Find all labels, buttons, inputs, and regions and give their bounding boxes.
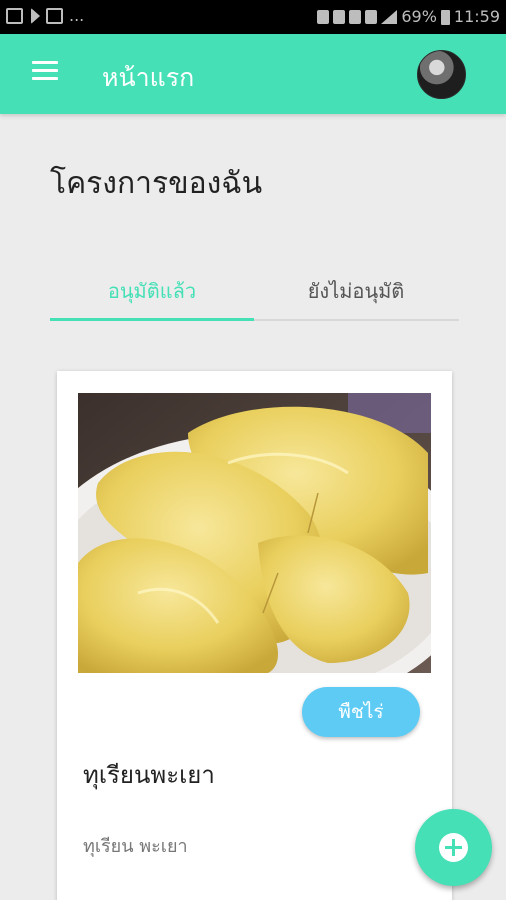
tab-active-indicator xyxy=(50,318,254,321)
project-card[interactable]: พืชไร่ ทุเรียนพะเยา ทุเรียน พะเยา xyxy=(57,371,452,900)
add-project-button[interactable] xyxy=(415,809,492,886)
status-bar: ... 69% 11:59 xyxy=(0,0,506,34)
battery-percent: 69% xyxy=(401,7,437,26)
toolbar-title: หน้าแรก xyxy=(102,63,195,92)
project-title: ทุเรียนพะเยา xyxy=(83,761,215,789)
tab-not-approved[interactable]: ยังไม่อนุมัติ xyxy=(254,268,458,323)
durian-photo xyxy=(78,393,431,673)
gallery-icon xyxy=(6,8,23,24)
clock: 11:59 xyxy=(453,7,500,26)
hamburger-menu-icon[interactable] xyxy=(32,61,60,85)
sim-icon xyxy=(317,10,330,24)
add-circle-icon xyxy=(439,833,468,862)
notification-icons: ... xyxy=(6,8,84,24)
tab-approved[interactable]: อนุมัติแล้ว xyxy=(50,268,254,323)
user-avatar[interactable] xyxy=(417,50,466,99)
more-notifications-indicator: ... xyxy=(69,6,85,25)
cloud-icon xyxy=(46,8,63,24)
mute-icon xyxy=(333,10,346,24)
system-status: 69% 11:59 xyxy=(317,8,500,26)
app-toolbar: หน้าแรก xyxy=(0,34,506,114)
play-icon xyxy=(31,8,40,24)
battery-icon xyxy=(440,9,450,25)
page-title: โครงการของฉัน xyxy=(50,166,263,201)
nfc-icon xyxy=(349,10,362,24)
signal-icon xyxy=(381,10,398,24)
wifi-icon xyxy=(365,10,378,24)
project-tabs: อนุมัติแล้ว ยังไม่อนุมัติ xyxy=(50,268,459,323)
category-chip[interactable]: พืชไร่ xyxy=(302,687,420,737)
project-description: ทุเรียน พะเยา xyxy=(83,836,188,857)
